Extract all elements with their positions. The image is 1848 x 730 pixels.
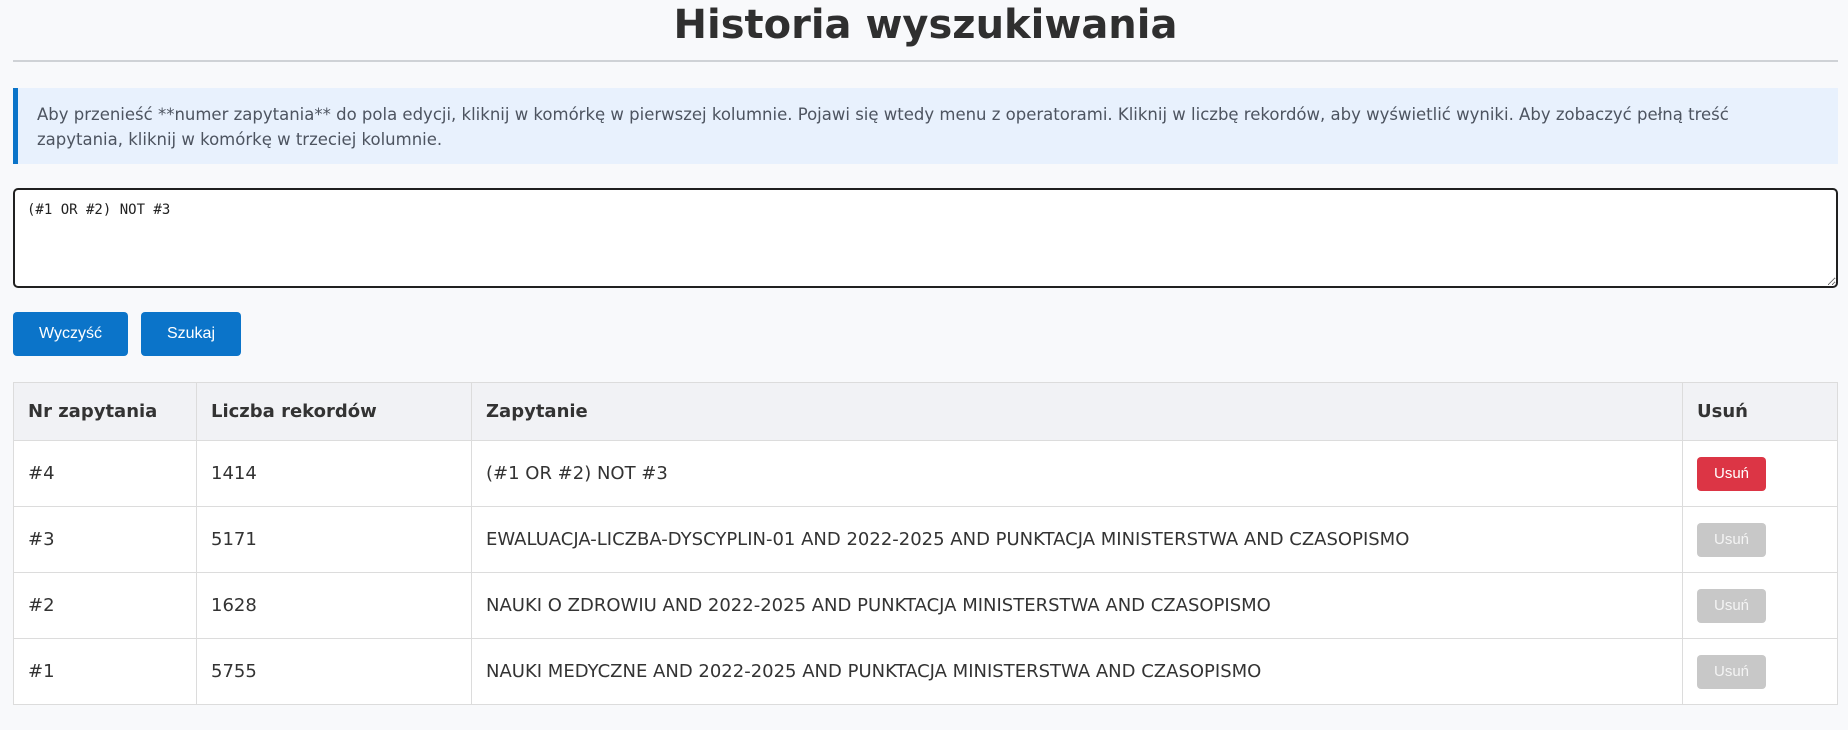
table-header-row: Nr zapytania Liczba rekordów Zapytanie U… bbox=[14, 383, 1837, 441]
header-query: Zapytanie bbox=[471, 383, 1683, 441]
delete-cell: Usuń bbox=[1683, 639, 1838, 705]
clear-button[interactable]: Wyczyść bbox=[13, 312, 128, 356]
page-title: Historia wyszukiwania bbox=[673, 2, 1178, 48]
history-table: Nr zapytania Liczba rekordów Zapytanie U… bbox=[14, 383, 1837, 704]
record-count-cell[interactable]: 1628 bbox=[196, 572, 472, 639]
delete-cell: Usuń bbox=[1682, 506, 1837, 573]
header-query-number: Nr zapytania bbox=[14, 383, 197, 441]
record-count-cell[interactable]: 1414 bbox=[196, 440, 472, 507]
query-number-cell[interactable]: #3 bbox=[14, 506, 197, 573]
search-button[interactable]: Szukaj bbox=[141, 312, 241, 356]
table-row: #4 1414 (#1 OR #2) NOT #3 Usuń bbox=[14, 440, 1837, 507]
record-count-cell[interactable]: 5755 bbox=[196, 638, 472, 704]
table-row: #2 1628 NAUKI O ZDROWIU AND 2022-2025 AN… bbox=[14, 572, 1837, 639]
table-row: #1 5755 NAUKI MEDYCZNE AND 2022-2025 AND… bbox=[14, 638, 1838, 705]
query-text-cell[interactable]: NAUKI MEDYCZNE AND 2022-2025 AND PUNKTAC… bbox=[471, 638, 1683, 704]
query-number-cell[interactable]: #1 bbox=[14, 638, 197, 704]
delete-button-disabled: Usuń bbox=[1697, 654, 1766, 689]
delete-button-disabled: Usuń bbox=[1697, 522, 1766, 557]
query-number-cell[interactable]: #4 bbox=[14, 440, 197, 507]
action-buttons: Wyczyść Szukaj bbox=[13, 312, 1838, 356]
title-divider bbox=[13, 60, 1838, 62]
query-text-cell[interactable]: (#1 OR #2) NOT #3 bbox=[471, 440, 1683, 507]
query-text-cell[interactable]: EWALUACJA-LICZBA-DYSCYPLIN-01 AND 2022-2… bbox=[471, 506, 1683, 573]
query-text-cell[interactable]: NAUKI O ZDROWIU AND 2022-2025 AND PUNKTA… bbox=[471, 572, 1683, 639]
delete-button[interactable]: Usuń bbox=[1697, 456, 1766, 491]
delete-cell: Usuń bbox=[1682, 572, 1837, 639]
search-history-page: Historia wyszukiwania Aby przenieść **nu… bbox=[0, 0, 1848, 730]
query-number-cell[interactable]: #2 bbox=[14, 572, 197, 639]
history-table-container: Nr zapytania Liczba rekordów Zapytanie U… bbox=[13, 382, 1838, 705]
delete-cell: Usuń bbox=[1682, 440, 1837, 507]
table-row: #3 5171 EWALUACJA-LICZBA-DYSCYPLIN-01 AN… bbox=[14, 506, 1837, 573]
query-editor[interactable]: (#1 OR #2) NOT #3 bbox=[13, 188, 1838, 288]
header-record-count: Liczba rekordów bbox=[196, 383, 472, 441]
info-banner: Aby przenieść **numer zapytania** do pol… bbox=[13, 88, 1838, 164]
header-delete: Usuń bbox=[1682, 383, 1837, 441]
delete-button-disabled: Usuń bbox=[1697, 588, 1766, 623]
record-count-cell[interactable]: 5171 bbox=[196, 506, 472, 573]
